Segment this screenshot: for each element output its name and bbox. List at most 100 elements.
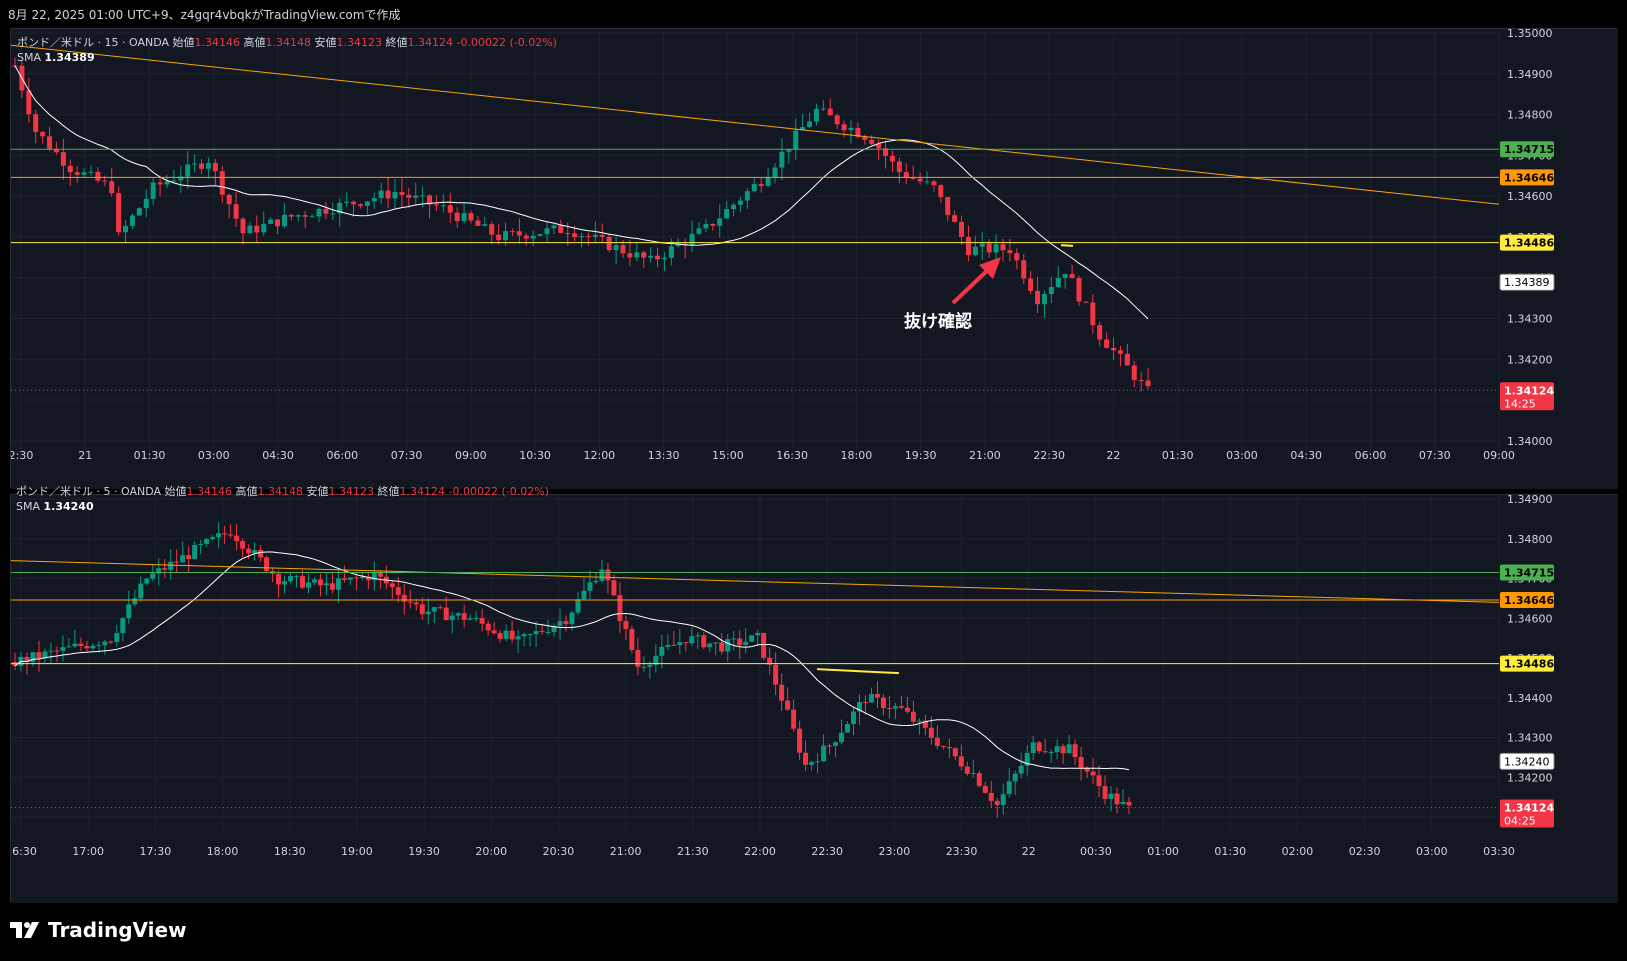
candle-body [171,180,177,182]
candle-body [516,231,522,236]
candle-body [755,632,761,636]
chart-panel-15m[interactable]: 1.350001.349001.348001.347001.346001.345… [10,28,1618,489]
candle-body [344,201,350,203]
x-tick-label: 18:00 [207,845,239,858]
candle-body [848,127,854,131]
candle-body [641,252,647,258]
candle-body [357,204,363,206]
candle-body [845,724,851,733]
candle-body [126,604,132,619]
candle-body [341,578,347,580]
x-tick-label: 15:00 [712,449,744,462]
candle-body [138,583,144,599]
candle-body [1041,294,1047,305]
legend-symbol[interactable]: ポンド／米ドル · 5 · OANDA [16,485,161,498]
candle-body [96,645,102,647]
candle-body [946,747,952,749]
brand-footer[interactable]: TradingView [10,915,187,945]
candle-body [482,224,488,226]
candle-body [282,581,288,585]
candle-body [475,220,481,226]
candle-body [665,644,671,647]
candle-body [527,634,533,636]
candle-body [311,579,317,583]
candle-body [509,231,515,233]
candle-body [689,636,695,644]
candle-body [399,192,405,195]
candle-body [485,623,491,631]
candle-body [109,181,115,194]
candle-body [491,630,497,634]
candle-body [136,208,142,216]
candle-body [916,720,922,722]
candle-body [627,253,633,258]
candle-body [309,216,315,218]
candle-body [489,224,495,235]
level-tag-label: 1.34715 [1504,567,1554,580]
candle-body [323,208,329,214]
candle-body [288,214,294,217]
candle-body [521,634,527,637]
candle-body [90,645,96,649]
candle-body [695,635,701,637]
candle-body [952,748,958,757]
candle-body [467,618,473,620]
candle-body [66,646,72,648]
x-tick-label: 09:00 [455,449,487,462]
sma-legend-5m[interactable]: SMA 1.34240 [16,500,94,513]
y-tick-label: 1.34200 [1507,353,1553,366]
marker-line [1060,244,1074,247]
candle-body [174,561,180,563]
candle-body [413,195,419,198]
y-tick-label: 1.34900 [1507,495,1553,506]
sma-legend-15m[interactable]: SMA 1.34389 [17,51,95,64]
last-price-label: 1.34124 [1504,384,1554,397]
candle-body [592,234,598,238]
candle-body [970,773,976,775]
candle-body [779,151,785,168]
candle-body [815,761,821,763]
header-caption: 8月 22, 2025 01:00 UTC+9、z4gqr4vbqkがTradi… [8,8,401,22]
candle-body [986,243,992,253]
candle-body [868,694,874,703]
candle-body [431,607,437,612]
candle-body [839,732,845,743]
chart-15m-svg[interactable]: 1.350001.349001.348001.347001.346001.345… [11,29,1618,489]
x-tick-label: 01:00 [1147,845,1179,858]
candle-body [1062,274,1068,278]
candle-body [623,621,629,629]
x-tick-label: 01:30 [1214,845,1246,858]
legend-change: -0.00022 (-0.02%) [456,36,557,49]
candle-body [979,243,985,247]
candle-body [228,534,234,536]
candle-body [648,255,654,258]
candle-body [468,213,474,221]
x-tick-label: 12:00 [583,449,615,462]
candle-body [440,205,446,207]
candle-body [539,631,545,633]
candle-body [803,752,809,765]
candle-body [323,583,329,586]
candle-body [1048,752,1054,754]
y-tick-label: 1.34800 [1507,109,1553,122]
x-tick-label: 18:30 [274,845,306,858]
chart-panel-5m[interactable]: 1.349001.348001.347001.346001.345001.344… [10,494,1618,903]
x-tick-label: 22:30 [811,845,843,858]
chart-header: 8月 22, 2025 01:00 UTC+9、z4gqr4vbqkがTradi… [0,0,1627,28]
candle-body [931,181,937,186]
candle-body [247,225,253,234]
candle-body [1078,756,1084,768]
candle-body [293,575,299,577]
legend-symbol[interactable]: ポンド／米ドル · 15 · OANDA [17,36,169,49]
candle-body [959,221,965,237]
x-tick-label: 22:00 [744,845,776,858]
x-tick-label: 23:30 [946,845,978,858]
candle-body [246,548,252,554]
chart-5m-svg[interactable]: 1.349001.348001.347001.346001.345001.344… [11,495,1618,903]
candle-body [385,190,391,199]
candle-body [392,192,398,199]
candle-body [945,197,951,216]
candle-body [120,618,126,634]
candle-body [406,194,412,198]
candle-body [647,664,653,667]
